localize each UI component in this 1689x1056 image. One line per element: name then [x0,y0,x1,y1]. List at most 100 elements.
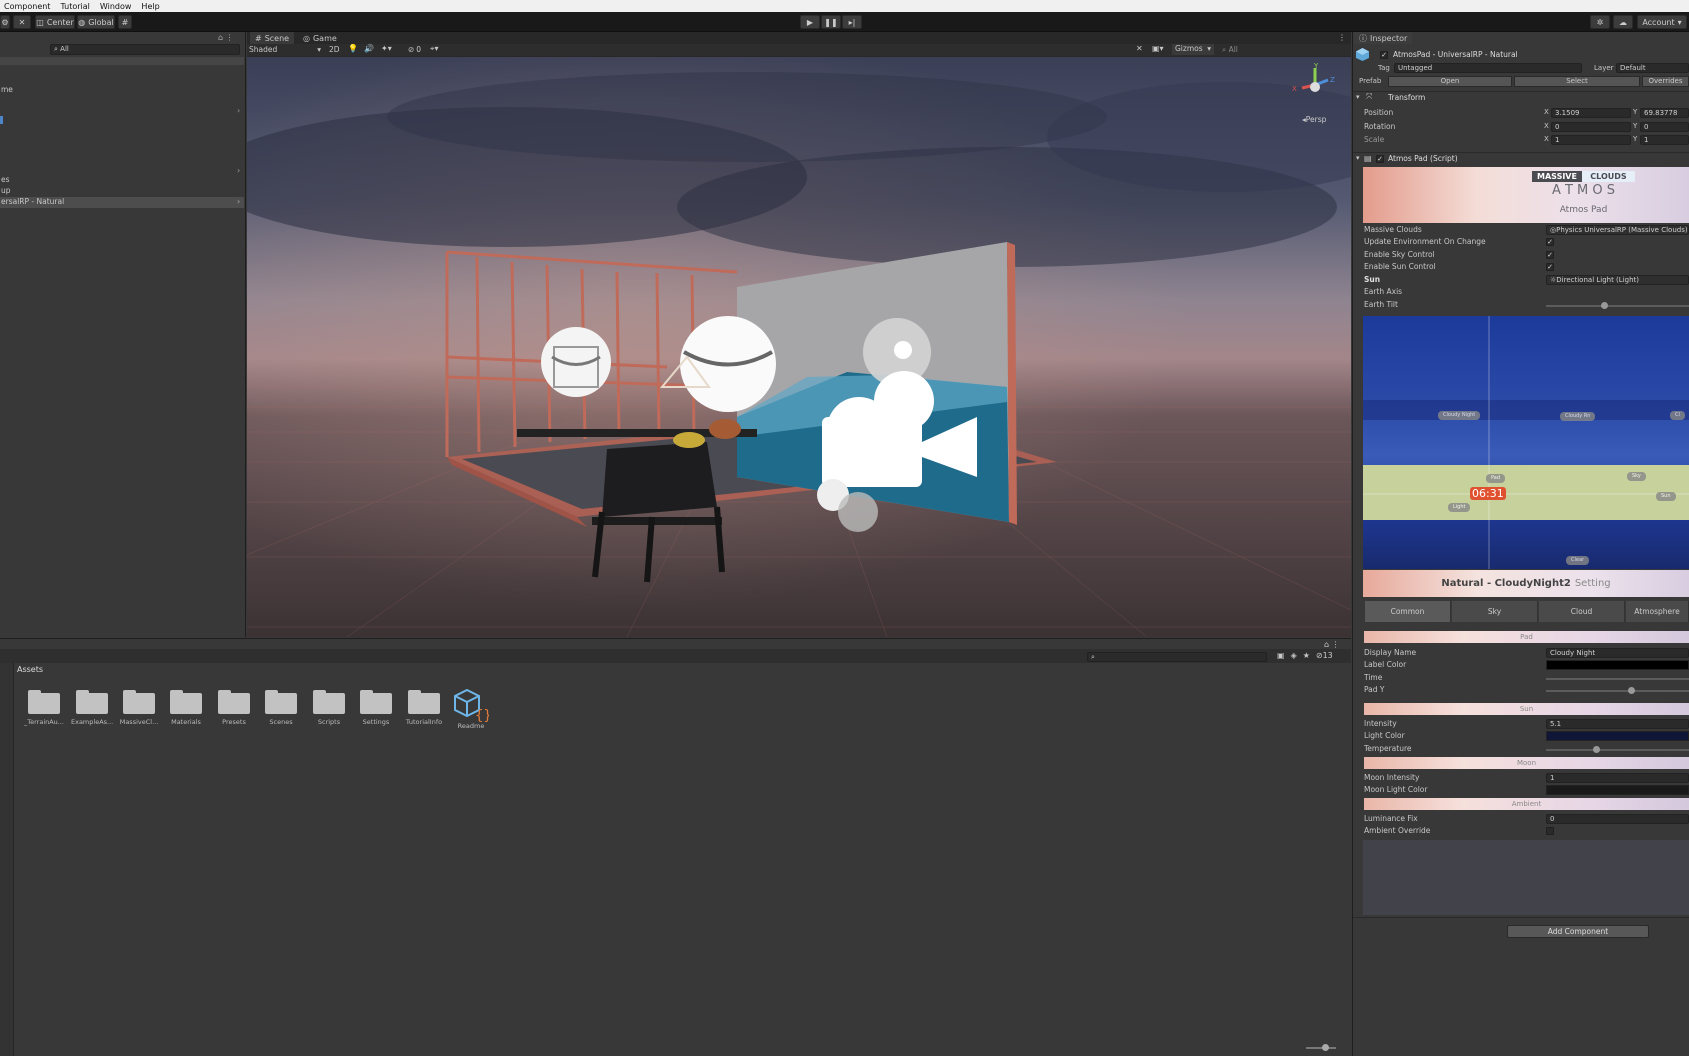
project-folder-tree[interactable] [0,663,14,1056]
tools-icon[interactable]: ✕ [1136,44,1143,53]
hierarchy-row[interactable]: es [0,175,244,186]
camera-settings-icon[interactable]: ▣▾ [1152,44,1164,53]
tab-inspector[interactable]: ⓘ Inspector [1354,32,1413,44]
menu-tutorial[interactable]: Tutorial [60,2,89,11]
label-color-swatch[interactable] [1546,660,1689,670]
foldout-arrow-icon[interactable]: ▾ [1356,154,1360,162]
grid-snap-icon[interactable]: # [118,15,132,29]
asset-folder[interactable]: ExampleAs... [71,688,113,726]
menu-help[interactable]: Help [141,2,159,11]
hidden-objects-toggle[interactable]: ⊘ 0 [408,45,421,54]
scene-search-input[interactable]: ⌕ All [1222,45,1238,55]
tab-sky[interactable]: Sky [1452,601,1538,622]
foldout-arrow-icon[interactable]: ▾ [1356,93,1360,101]
effects-icon[interactable]: ✦▾ [381,44,392,53]
chevron-right-icon[interactable]: › [237,197,240,206]
asset-folder[interactable]: MassiveCl... [118,688,160,726]
hierarchy-row[interactable]: me [0,85,244,96]
prefab-select-button[interactable]: Select [1514,76,1640,87]
pause-button[interactable]: ❚❚ [821,15,841,29]
asset-size-slider[interactable] [1306,1047,1336,1049]
shading-mode-dropdown[interactable]: Shaded ▾ [249,45,321,55]
tag-dropdown[interactable]: Untagged [1394,63,1582,73]
chevron-right-icon[interactable]: › [237,166,240,175]
object-name-field[interactable]: AtmosPad - UniversalRP - Natural [1393,50,1518,59]
filter-label-icon[interactable]: ◈ [1291,651,1297,660]
tab-common[interactable]: Common [1365,601,1451,622]
lighting-icon[interactable]: 💡 [348,44,358,53]
active-checkbox[interactable]: ✓ [1380,51,1388,59]
hierarchy-row-selected[interactable]: ersalRP - Natural [0,197,244,208]
rotation-x-field[interactable]: 0 [1551,122,1631,132]
cloud-icon[interactable]: ☁ [1613,15,1633,29]
scene-camera-icon[interactable]: ⌖▾ [430,44,439,54]
tab-atmosphere[interactable]: Atmosphere [1626,601,1689,622]
prefab-overrides-dropdown[interactable]: Overrides [1642,76,1689,87]
asset-folder[interactable]: Scenes [260,688,302,726]
position-y-field[interactable]: 69.83778 [1640,108,1689,118]
add-component-button[interactable]: Add Component [1507,925,1649,938]
pad-point-label[interactable]: Pad [1486,474,1506,483]
mode-2d-toggle[interactable]: 2D [329,45,340,54]
hierarchy-row[interactable]: up [0,186,244,197]
light-color-swatch[interactable] [1546,731,1689,741]
earth-tilt-slider[interactable] [1546,305,1689,307]
asset-folder[interactable]: Settings [355,688,397,726]
transform-tool-icon[interactable]: ⚙ [0,15,10,29]
collab-icon[interactable]: ✲ [1590,15,1610,29]
projection-label[interactable]: ◂Persp [1302,115,1326,124]
intensity-field[interactable]: 5.1 [1546,719,1689,729]
scale-x-field[interactable]: 1 [1551,135,1631,145]
hierarchy-options-icon[interactable]: ⌂ ⋮ [218,33,242,43]
tab-cloud[interactable]: Cloud [1539,601,1625,622]
position-x-field[interactable]: 3.1509 [1551,108,1631,118]
asset-folder[interactable]: Scripts [308,688,350,726]
pad-time-cursor[interactable]: 06:31 [1470,487,1506,500]
sun-object-field[interactable]: ☼Directional Light (Light) [1546,275,1689,285]
time-slider[interactable] [1546,678,1689,680]
massive-clouds-object-field[interactable]: ◎Physics UniversalRP (Massive Clouds) [1546,225,1689,235]
moon-light-color-swatch[interactable] [1546,785,1689,795]
pivot-toggle[interactable]: ◫ Center [35,15,75,29]
pad-y-knob[interactable] [1628,687,1635,694]
pad-point-label[interactable]: Clear [1566,556,1590,565]
scene-options-icon[interactable]: ⋮ [1338,33,1346,42]
hierarchy-scene-header[interactable] [0,57,244,65]
pad-point-label[interactable]: Cloudy Rn [1560,412,1596,421]
pad-point-label[interactable]: Light [1448,503,1471,512]
tab-scene[interactable]: # Scene [250,32,295,44]
luminance-fix-field[interactable]: 0 [1546,814,1689,824]
tab-game[interactable]: ◎ Game [298,32,342,44]
favorite-icon[interactable]: ★ [1303,651,1310,660]
menu-component[interactable]: Component [4,2,50,11]
scene-viewport[interactable] [247,57,1351,637]
earth-tilt-knob[interactable] [1601,302,1608,309]
step-button[interactable]: ▸| [842,15,862,29]
pad-point-label[interactable]: Cloudy Night [1438,411,1481,420]
pad-point-label[interactable]: Sun [1656,492,1676,501]
asset-readme[interactable]: {} Readme [450,688,492,730]
asset-folder[interactable]: Presets [213,688,255,726]
display-name-field[interactable]: Cloudy Night [1546,648,1689,658]
scale-y-field[interactable]: 1 [1640,135,1689,145]
gizmos-dropdown[interactable]: Gizmos ▾ [1172,44,1214,55]
audio-icon[interactable]: 🔊 [364,44,374,53]
temperature-slider[interactable] [1546,749,1689,751]
account-dropdown[interactable]: Account ▾ [1637,15,1687,29]
ambient-override-checkbox[interactable] [1546,827,1554,835]
project-options-icon[interactable]: ⌂ ⋮ [1324,640,1340,649]
filter-type-icon[interactable]: ▣ [1277,651,1285,660]
hidden-packages-toggle[interactable]: ⊘13 [1316,651,1333,660]
space-toggle[interactable]: ◍ Global [77,15,115,29]
hierarchy-search-input[interactable]: ⌕ All [50,44,240,55]
enable-sky-checkbox[interactable]: ✓ [1546,251,1554,259]
temperature-knob[interactable] [1593,746,1600,753]
script-enabled-checkbox[interactable]: ✓ [1376,155,1384,163]
atmos-pad-area[interactable] [1363,316,1689,569]
prefab-open-button[interactable]: Open [1388,76,1512,87]
update-env-checkbox[interactable]: ✓ [1546,238,1554,246]
slider-knob[interactable] [1322,1044,1329,1051]
custom-tool-icon[interactable]: ✕ [13,15,31,29]
pad-y-slider[interactable] [1546,690,1689,692]
asset-folder[interactable]: TutorialInfo [403,688,445,726]
